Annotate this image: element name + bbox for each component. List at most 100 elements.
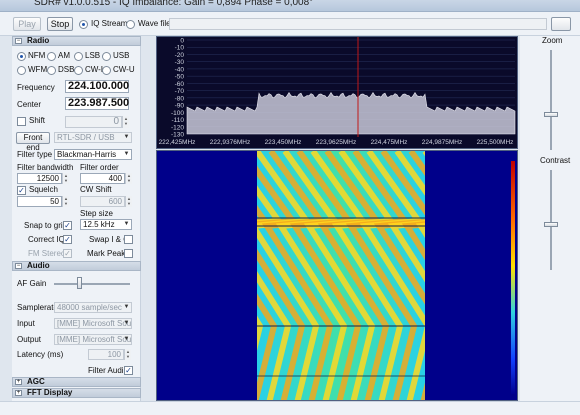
fft-section-header[interactable]: + FFT Display: [12, 388, 141, 398]
step-size-value: 12.5 kHz: [83, 220, 115, 229]
spectrum-y-tick-label: -110: [171, 117, 184, 124]
audio-section-header[interactable]: − Audio: [12, 261, 141, 271]
radio-section-header[interactable]: − Radio: [12, 36, 141, 46]
mode-am-radio[interactable]: [47, 52, 56, 61]
filter-type-value: Blackman-Harris: [57, 150, 117, 159]
front-end-button[interactable]: Front end: [16, 132, 50, 152]
toolbar: Play Stop IQ Stream Wave file: [0, 12, 580, 36]
chevron-down-icon: ▼: [123, 221, 130, 227]
stop-button[interactable]: Stop: [47, 17, 73, 31]
fm-stereo-checkbox[interactable]: ✓: [63, 249, 72, 258]
mode-cwl-radio[interactable]: [74, 66, 83, 75]
mode-usb-label: USB: [113, 51, 130, 60]
squelch-checkbox[interactable]: ✓: [17, 186, 26, 195]
mode-dsb-radio[interactable]: [47, 66, 56, 75]
correct-iq-checkbox[interactable]: ✓: [63, 235, 72, 244]
filter-bandwidth-spinner[interactable]: ▲ ▼: [62, 173, 69, 184]
wave-file-label: Wave file: [138, 19, 171, 28]
mode-nfm-radio[interactable]: [17, 52, 26, 61]
af-gain-slider-thumb[interactable]: [77, 277, 82, 289]
waterfall-display[interactable]: [156, 150, 518, 401]
zoom-label: Zoom: [542, 36, 563, 45]
spectrum-y-tick-label: -50: [175, 74, 185, 81]
center-input[interactable]: 223.987.500: [65, 97, 129, 110]
spectrum-plot[interactable]: 0-10-20-30-40-50-60-70-80-90-100-110-120…: [157, 37, 518, 149]
spectrum-y-tick-label: -120: [171, 124, 184, 131]
filter-order-spinner[interactable]: ▲ ▼: [125, 173, 132, 184]
cw-shift-spinner[interactable]: ▲ ▼: [125, 196, 132, 207]
spectrum-x-tick-label: 223,9625MHz: [316, 139, 356, 146]
mark-peaks-label: Mark Peaks: [87, 249, 130, 258]
mode-cwu-label: CW-U: [113, 65, 135, 74]
filter-audio-label: Filter Audio: [88, 366, 129, 375]
expand-icon[interactable]: +: [15, 390, 22, 396]
spectrum-x-tick-label: 222,425MHz: [159, 139, 196, 146]
wave-file-path-input[interactable]: [169, 18, 547, 30]
filter-audio-checkbox[interactable]: ✓: [124, 366, 133, 375]
output-select[interactable]: [MME] Microsoft Sound ▼: [54, 334, 132, 345]
spectrum-y-tick-label: -70: [175, 88, 185, 95]
mark-peaks-checkbox[interactable]: [124, 249, 133, 258]
chevron-down-icon: ▼: [123, 134, 130, 140]
iq-stream-radio[interactable]: [79, 20, 88, 29]
mode-wfm-radio[interactable]: [17, 66, 26, 75]
spectrum-x-ticks: 222,425MHz 222,9376MHz 223,450MHz 223,9625M…: [159, 139, 514, 146]
contrast-slider-track[interactable]: [550, 170, 552, 270]
expand-icon[interactable]: +: [15, 379, 22, 385]
filter-order-input[interactable]: 400: [80, 173, 125, 184]
spectrum-y-tick-label: -30: [175, 59, 185, 66]
filter-type-select[interactable]: Blackman-Harris ▼: [54, 149, 132, 160]
spectrum-x-tick-label: 224,475MHz: [371, 139, 408, 146]
front-end-select[interactable]: RTL-SDR / USB ▼: [54, 132, 132, 143]
snap-to-grid-checkbox[interactable]: ✓: [63, 221, 72, 230]
swap-iq-checkbox[interactable]: [124, 235, 133, 244]
squelch-label: Squelch: [29, 185, 58, 194]
squelch-input[interactable]: 50: [17, 196, 62, 207]
cw-shift-input[interactable]: 600: [80, 196, 125, 207]
input-select[interactable]: [MME] Microsoft Sound ▼: [54, 318, 132, 329]
squelch-spinner[interactable]: ▲ ▼: [62, 196, 69, 207]
agc-section-header[interactable]: + AGC: [12, 377, 141, 387]
spectrum-display[interactable]: 0 -10 -20 -30 -40 -50 -60 -70 -80 -90 -100 -110 -120…: [156, 36, 518, 149]
spectrum-y-tick-label: -40: [175, 66, 185, 73]
shift-checkbox[interactable]: [17, 117, 26, 126]
latency-input[interactable]: 100: [88, 349, 124, 360]
frequency-label: Frequency: [17, 83, 55, 92]
waterfall-plot[interactable]: [157, 151, 518, 401]
mode-am-label: AM: [58, 51, 70, 60]
filter-order-label: Filter order: [80, 163, 119, 172]
fft-section-title: FFT Display: [27, 388, 73, 397]
mode-nfm-label: NFM: [28, 51, 46, 60]
filter-bandwidth-input[interactable]: 12500: [17, 173, 62, 184]
chevron-down-icon: ▼: [123, 151, 130, 157]
spectrum-trace: [186, 92, 516, 135]
shift-input[interactable]: 0: [65, 116, 122, 128]
zoom-slider-thumb[interactable]: [544, 111, 558, 117]
step-size-select[interactable]: 12.5 kHz ▼: [80, 219, 132, 230]
window-title: SDR# v1.0.0.515 - IQ Imbalance: Gain = 0…: [34, 0, 314, 8]
samplerate-select[interactable]: 48000 sample/sec ▼: [54, 302, 132, 313]
wave-file-radio[interactable]: [126, 20, 135, 29]
mode-cwu-radio[interactable]: [102, 66, 111, 75]
spectrum-y-tick-label: -60: [175, 81, 185, 88]
zoom-slider-track[interactable]: [550, 50, 552, 150]
shift-label: Shift: [29, 116, 46, 125]
collapse-icon[interactable]: −: [15, 38, 22, 44]
spectrum-y-tick-label: 0: [180, 38, 184, 45]
af-gain-slider-track[interactable]: [54, 283, 130, 285]
spectrum-y-tick-label: -80: [175, 95, 185, 102]
shift-spinner[interactable]: ▲ ▼: [122, 116, 129, 128]
latency-spinner[interactable]: ▲ ▼: [124, 349, 131, 360]
spectrum-y-tick-label: -20: [175, 52, 185, 59]
play-button[interactable]: Play: [13, 17, 41, 31]
mode-usb-radio[interactable]: [102, 52, 111, 61]
collapse-icon[interactable]: −: [15, 263, 22, 269]
browse-button[interactable]: [551, 17, 571, 31]
frequency-input[interactable]: 224.100.000: [65, 80, 129, 93]
audio-section-title: Audio: [27, 261, 50, 270]
mode-lsb-radio[interactable]: [74, 52, 83, 61]
spectrum-x-tick-label: 223,450MHz: [265, 139, 302, 146]
filter-type-label: Filter type: [17, 150, 53, 159]
spectrum-y-tick-label: -90: [175, 103, 185, 110]
contrast-slider-thumb[interactable]: [544, 222, 558, 228]
